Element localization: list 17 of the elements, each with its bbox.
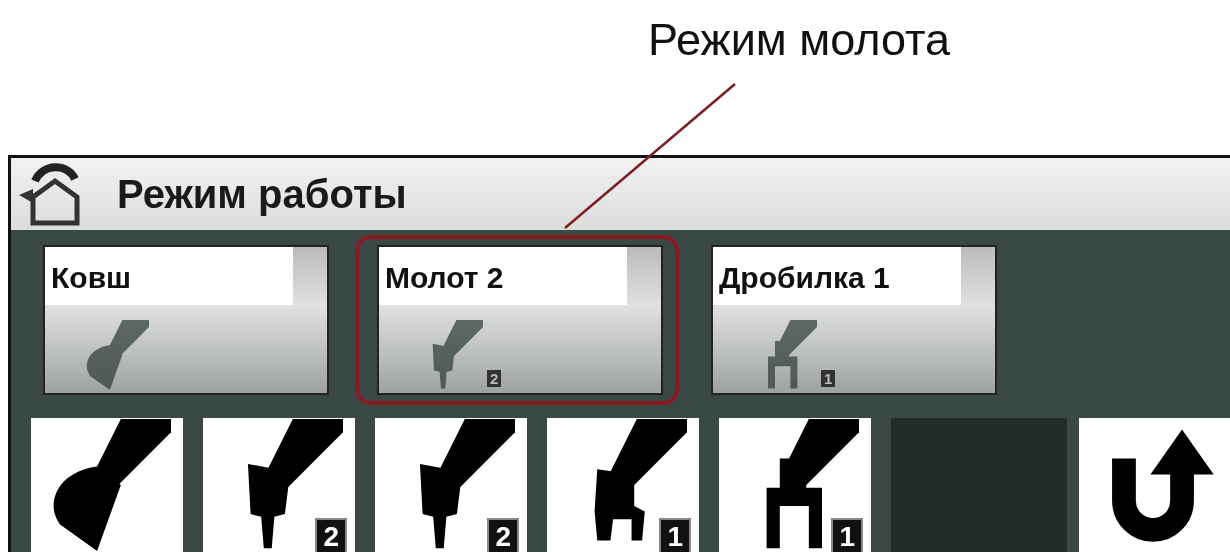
attachment-button[interactable]	[31, 418, 183, 552]
attachment-button[interactable]: 2	[375, 418, 527, 552]
mode-card[interactable]: Молот 2 2	[379, 247, 661, 393]
attachment-button[interactable]: 2	[203, 418, 355, 552]
mode-number: 1	[659, 518, 691, 552]
back-button[interactable]	[1079, 418, 1230, 552]
mode-number: 2	[487, 370, 502, 387]
attachment-button[interactable]: 1	[547, 418, 699, 552]
window-title: Режим работы	[117, 171, 407, 217]
mode-number: 2	[315, 518, 347, 552]
mode-number: 1	[821, 370, 836, 387]
mode-card[interactable]: Ковш	[45, 247, 327, 393]
attachment-button[interactable]: 1	[719, 418, 871, 552]
mode-number: 1	[831, 518, 863, 552]
mode-number: 2	[487, 518, 519, 552]
callout-label: Режим молота	[648, 13, 951, 67]
mode-card[interactable]: Дробилка 1 1	[713, 247, 995, 393]
